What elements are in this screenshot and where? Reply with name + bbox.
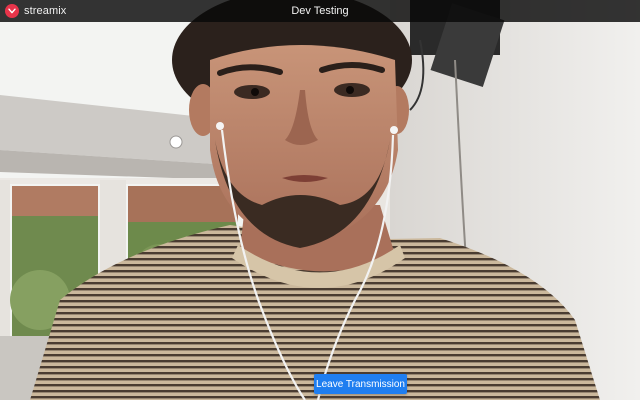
- brand[interactable]: streamix: [5, 0, 66, 22]
- leave-transmission-button[interactable]: Leave Transmission: [314, 374, 407, 394]
- transmission-window: streamix Dev Testing Leave Transmission: [0, 0, 640, 400]
- streamix-logo-icon: [5, 4, 19, 18]
- title-bar: streamix Dev Testing: [0, 0, 640, 22]
- webcam-scene: [0, 0, 640, 400]
- video-feed: [0, 0, 640, 400]
- room-title: Dev Testing: [291, 5, 349, 17]
- brand-name: streamix: [24, 5, 67, 17]
